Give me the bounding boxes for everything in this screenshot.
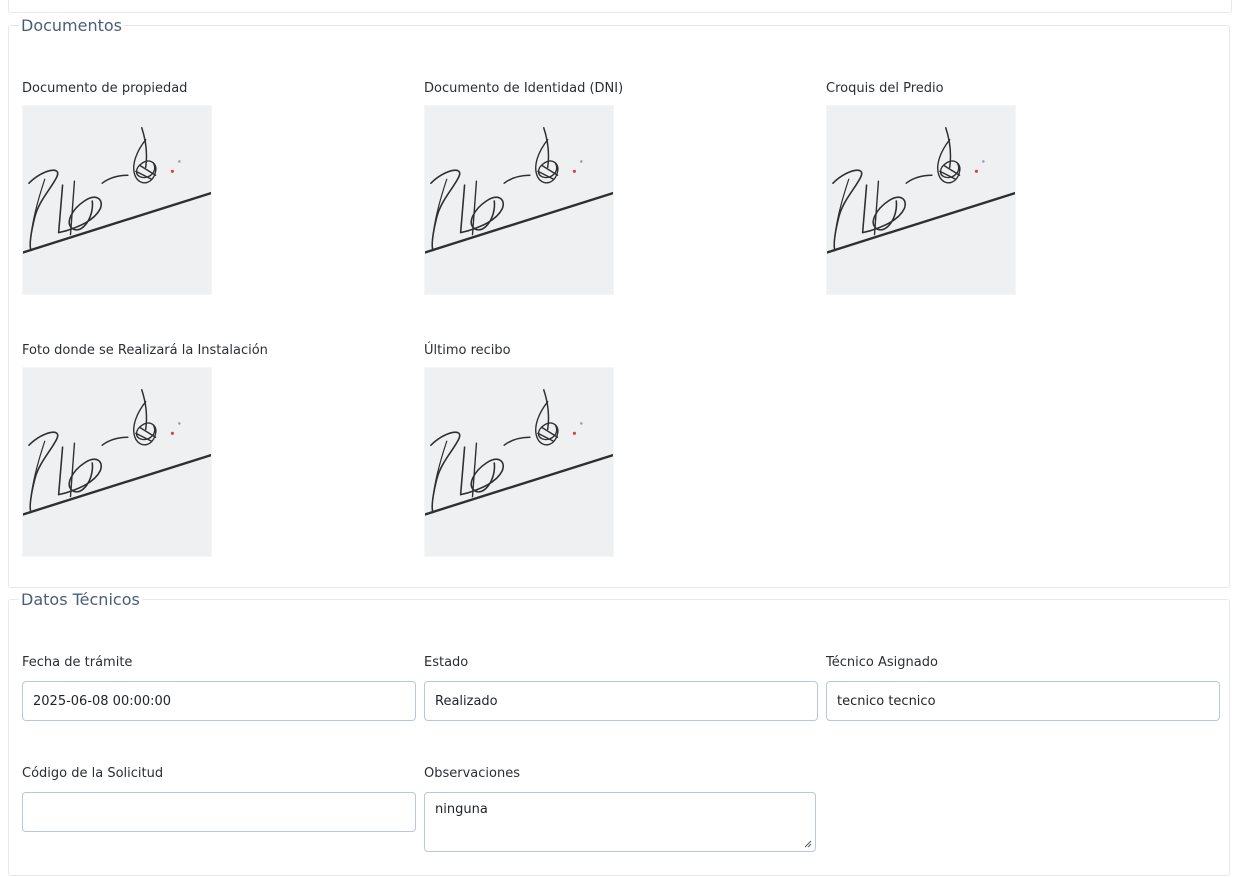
document-label: Croquis del Predio xyxy=(826,81,944,96)
fecha-tramite-input[interactable]: 2025-06-08 00:00:00 xyxy=(22,681,416,721)
estado-field: Estado Realizado xyxy=(424,655,818,721)
technical-section: Datos Técnicos Fecha de trámite 2025-06-… xyxy=(8,590,1230,876)
document-croquis: Croquis del Predio xyxy=(826,81,1016,295)
document-label: Último recibo xyxy=(424,343,511,358)
document-thumbnail[interactable] xyxy=(22,367,212,557)
observaciones-field: Observaciones ninguna xyxy=(424,766,816,852)
document-thumbnail[interactable] xyxy=(424,367,614,557)
fecha-tramite-label: Fecha de trámite xyxy=(22,655,133,670)
document-ultimo-recibo: Último recibo xyxy=(424,343,614,557)
tecnico-asignado-input[interactable]: tecnico tecnico xyxy=(826,681,1220,721)
observaciones-textarea[interactable]: ninguna xyxy=(424,792,816,852)
signature-image xyxy=(425,126,613,254)
document-propiedad: Documento de propiedad xyxy=(22,81,212,295)
resize-handle-icon[interactable] xyxy=(803,839,812,848)
tecnico-asignado-label: Técnico Asignado xyxy=(826,655,938,670)
document-label: Documento de propiedad xyxy=(22,81,188,96)
signature-image xyxy=(23,126,211,254)
signature-image xyxy=(425,388,613,516)
fecha-tramite-field: Fecha de trámite 2025-06-08 00:00:00 xyxy=(22,655,416,721)
observaciones-label: Observaciones xyxy=(424,766,520,781)
document-dni: Documento de Identidad (DNI) xyxy=(424,81,624,295)
estado-input[interactable]: Realizado xyxy=(424,681,818,721)
tecnico-asignado-field: Técnico Asignado tecnico tecnico xyxy=(826,655,1220,721)
codigo-solicitud-field: Código de la Solicitud xyxy=(22,766,416,832)
estado-label: Estado xyxy=(424,655,469,670)
signature-image xyxy=(23,388,211,516)
observaciones-value: ninguna xyxy=(435,802,488,817)
codigo-solicitud-input[interactable] xyxy=(22,792,416,832)
documents-section: Documentos Documento de propiedad Docume… xyxy=(8,16,1230,588)
document-thumbnail[interactable] xyxy=(22,105,212,295)
codigo-solicitud-label: Código de la Solicitud xyxy=(22,766,164,781)
document-foto-instalacion: Foto donde se Realizará la Instalación xyxy=(22,343,268,557)
top-panel-edge xyxy=(8,0,1232,13)
document-label: Documento de Identidad (DNI) xyxy=(424,81,624,96)
document-label: Foto donde se Realizará la Instalación xyxy=(22,343,268,358)
document-thumbnail[interactable] xyxy=(424,105,614,295)
technical-legend: Datos Técnicos xyxy=(21,590,140,609)
documents-legend: Documentos xyxy=(21,16,123,35)
signature-image xyxy=(827,126,1015,254)
document-thumbnail[interactable] xyxy=(826,105,1016,295)
